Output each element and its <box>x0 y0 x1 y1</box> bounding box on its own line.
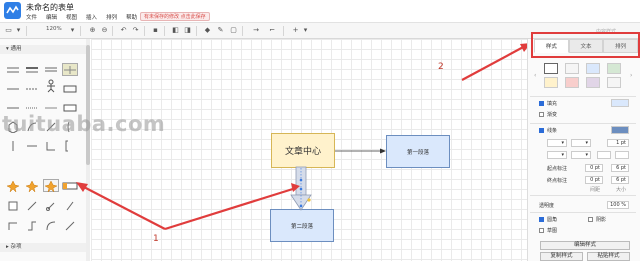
spacing-sub-label: 间距 <box>590 187 601 193</box>
tabs-highlight-box <box>531 32 640 58</box>
chevron-right-icon[interactable]: › <box>630 72 632 79</box>
gradient-checkbox[interactable] <box>539 112 544 117</box>
end-spacing-field[interactable]: 0 pt <box>585 176 603 184</box>
fill-color-button[interactable] <box>611 99 629 107</box>
style-swatch[interactable] <box>586 63 600 74</box>
shadow-checkbox[interactable] <box>588 217 593 222</box>
start-spacing-label: 起点标注 <box>547 166 568 172</box>
rounded-checkbox[interactable] <box>539 217 544 222</box>
style-swatch[interactable] <box>565 77 579 88</box>
edit-style-button[interactable]: 编辑样式 <box>540 241 630 250</box>
style-swatch[interactable] <box>565 63 579 74</box>
shadow-label: 阴影 <box>596 217 607 223</box>
line-width-field[interactable]: 1 pt <box>607 139 629 147</box>
end-size-field[interactable]: 6 pt <box>611 176 629 184</box>
copy-style-button[interactable]: 复制样式 <box>540 252 583 261</box>
line-label: 线条 <box>547 128 558 134</box>
gradient-label: 渐变 <box>547 112 558 118</box>
start-size-field[interactable]: 6 pt <box>611 164 629 172</box>
callout-number-2: 2 <box>438 62 444 72</box>
sketch-checkbox[interactable] <box>539 228 544 233</box>
line-style-select[interactable]: ▾ <box>571 139 591 147</box>
line-checkbox[interactable] <box>539 128 544 133</box>
callout-number-1: 1 <box>153 234 159 244</box>
opacity-field[interactable]: 100 % <box>607 201 629 209</box>
fill-label: 填充 <box>547 101 558 107</box>
line-color-button[interactable] <box>611 126 629 134</box>
style-swatch[interactable] <box>607 77 621 88</box>
end-spacing-label: 终点标注 <box>547 178 568 184</box>
start-spacing-field[interactable]: 0 pt <box>585 164 603 172</box>
line-start-select[interactable]: ▾ <box>547 151 567 159</box>
paste-style-button[interactable]: 粘贴样式 <box>587 252 630 261</box>
style-swatch[interactable] <box>544 63 558 74</box>
rounded-label: 圆角 <box>547 217 558 223</box>
line-pattern-select[interactable]: ▾ <box>547 139 567 147</box>
line-end-select[interactable]: ▾ <box>571 151 591 159</box>
fill-checkbox[interactable] <box>539 101 544 106</box>
line-start-arrow[interactable] <box>597 151 611 159</box>
opacity-label: 透明度 <box>539 203 555 209</box>
style-swatch[interactable] <box>544 77 558 88</box>
style-swatch[interactable] <box>586 77 600 88</box>
size-sub-label: 大小 <box>616 187 627 193</box>
sketch-label: 草图 <box>547 228 558 234</box>
style-swatch[interactable] <box>607 63 621 74</box>
line-end-arrow[interactable] <box>615 151 629 159</box>
chevron-left-icon[interactable]: ‹ <box>534 72 536 79</box>
